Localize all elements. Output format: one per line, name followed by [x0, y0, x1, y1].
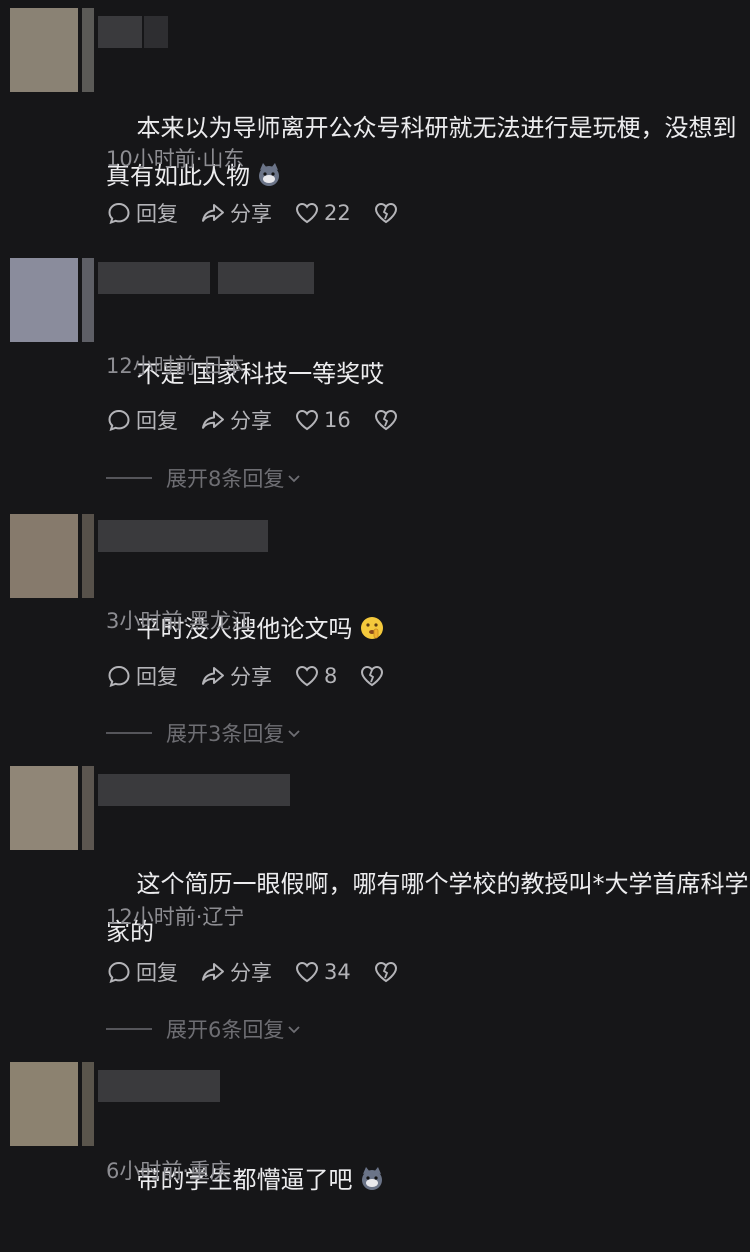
- comment-actions: 回复 分享 34: [106, 957, 425, 987]
- broken-heart-icon: [374, 202, 397, 224]
- share-label: 分享: [230, 409, 272, 433]
- avatar[interactable]: [10, 1062, 94, 1146]
- divider-line: [106, 477, 152, 479]
- like-count: 22: [324, 201, 351, 225]
- reply-button[interactable]: 回复: [106, 405, 178, 435]
- share-button[interactable]: 分享: [200, 198, 272, 228]
- heart-icon: [295, 961, 319, 983]
- share-arrow-icon: [202, 667, 224, 685]
- comment-meta: 3小时前·黑龙江: [106, 609, 253, 633]
- dislike-button[interactable]: [373, 959, 403, 985]
- heart-icon: [295, 202, 319, 224]
- share-button[interactable]: 分享: [200, 957, 272, 987]
- dislike-button[interactable]: [359, 663, 389, 689]
- broken-heart-icon: [374, 409, 397, 431]
- avatar[interactable]: [10, 766, 94, 850]
- share-label: 分享: [230, 202, 272, 226]
- expand-replies-button[interactable]: 展开3条回复: [106, 718, 302, 748]
- broken-heart-icon: [361, 665, 384, 687]
- chevron-down-icon: [288, 475, 301, 483]
- comment-meta: 12小时前·日本: [106, 354, 245, 378]
- reply-button[interactable]: 回复: [106, 957, 178, 987]
- share-arrow-icon: [202, 204, 224, 222]
- share-arrow-icon: [202, 963, 224, 981]
- chevron-down-icon: [288, 730, 301, 738]
- heart-icon: [295, 665, 319, 687]
- like-count: 8: [324, 664, 338, 688]
- like-button[interactable]: 22: [294, 200, 351, 226]
- reply-bubble-icon: [108, 409, 130, 432]
- dislike-button[interactable]: [373, 407, 403, 433]
- expand-replies-button[interactable]: 展开6条回复: [106, 1014, 302, 1044]
- share-label: 分享: [230, 961, 272, 985]
- divider-line: [106, 732, 152, 734]
- comment-meta: 6小时前·重庆: [106, 1159, 232, 1183]
- reply-bubble-icon: [108, 961, 130, 984]
- avatar[interactable]: [10, 514, 94, 598]
- reply-label: 回复: [136, 665, 178, 689]
- like-count: 34: [324, 960, 351, 984]
- broken-heart-icon: [374, 961, 397, 983]
- reply-label: 回复: [136, 409, 178, 433]
- reply-button[interactable]: 回复: [106, 198, 178, 228]
- share-button[interactable]: 分享: [200, 405, 272, 435]
- expand-replies-label: 展开6条回复: [166, 1018, 285, 1042]
- like-count: 16: [324, 408, 351, 432]
- reply-label: 回复: [136, 961, 178, 985]
- like-button[interactable]: 34: [294, 959, 351, 985]
- expand-replies-button[interactable]: 展开8条回复: [106, 463, 302, 493]
- comment-actions: 回复 分享 22: [106, 198, 425, 228]
- reply-label: 回复: [136, 202, 178, 226]
- share-button[interactable]: 分享: [200, 661, 272, 691]
- expand-replies-label: 展开8条回复: [166, 467, 285, 491]
- share-label: 分享: [230, 665, 272, 689]
- comment-meta: 12小时前·辽宁: [106, 905, 245, 929]
- comment-meta: 10小时前·山东: [106, 147, 245, 171]
- reply-bubble-icon: [108, 202, 130, 225]
- reply-button[interactable]: 回复: [106, 661, 178, 691]
- comment-actions: 回复 分享 8: [106, 661, 411, 691]
- divider-line: [106, 1028, 152, 1030]
- like-button[interactable]: 16: [294, 407, 351, 433]
- avatar[interactable]: [10, 8, 94, 92]
- reply-bubble-icon: [108, 665, 130, 688]
- shushing-face-emoji-icon: [360, 617, 383, 639]
- expand-replies-label: 展开3条回复: [166, 722, 285, 746]
- share-arrow-icon: [202, 411, 224, 429]
- heart-icon: [295, 409, 319, 431]
- like-button[interactable]: 8: [294, 663, 337, 689]
- cat-face-emoji-icon: [259, 163, 279, 186]
- avatar[interactable]: [10, 258, 94, 342]
- dislike-button[interactable]: [373, 200, 403, 226]
- comment-actions: 回复 分享 16: [106, 405, 425, 435]
- chevron-down-icon: [288, 1026, 301, 1034]
